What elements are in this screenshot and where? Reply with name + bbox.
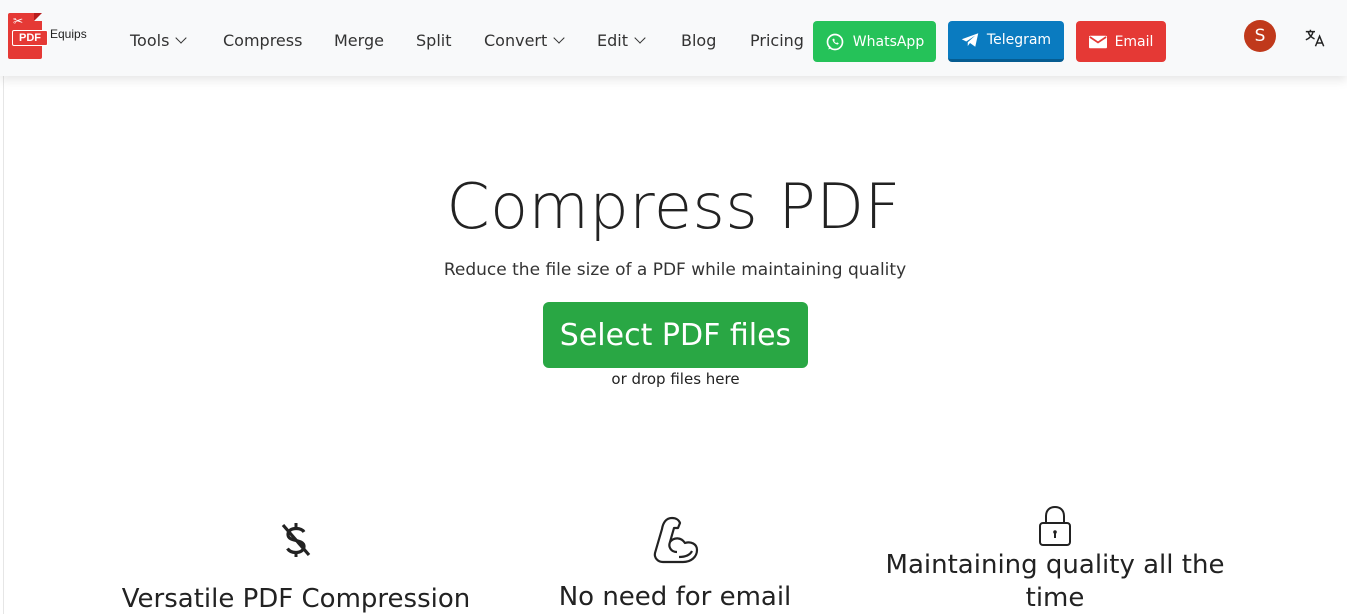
brand-name: Equips: [50, 27, 87, 41]
brand-logo[interactable]: ✂ PDF Equips: [8, 13, 87, 59]
nav-edit-dropdown[interactable]: Edit: [597, 31, 646, 50]
pdf-logo-icon: ✂ PDF: [8, 13, 48, 59]
translate-icon[interactable]: [1304, 27, 1326, 49]
drop-zone-hint: or drop files here: [611, 370, 740, 388]
page-title: Compress PDF: [446, 170, 901, 243]
nav-pricing[interactable]: Pricing: [750, 31, 804, 50]
mail-icon: [1088, 35, 1107, 48]
feature-title: Maintaining quality all the time: [885, 550, 1225, 613]
nav-blog[interactable]: Blog: [681, 31, 716, 50]
user-avatar[interactable]: S: [1244, 20, 1276, 52]
nav-split[interactable]: Split: [416, 31, 451, 50]
page-subtitle: Reduce the file size of a PDF while main…: [443, 260, 907, 280]
top-navbar: ✂ PDF Equips Tools Compress Merge Split …: [0, 0, 1347, 76]
feature-title: Versatile PDF Compression: [121, 584, 471, 614]
whatsapp-label: WhatsApp: [852, 33, 925, 50]
nav-convert-dropdown[interactable]: Convert: [484, 31, 565, 50]
feature-maintaining-quality: Maintaining quality all the time: [855, 505, 1255, 614]
logo-tag: PDF: [12, 30, 48, 46]
nav-merge[interactable]: Merge: [334, 31, 384, 50]
email-button[interactable]: Email: [1076, 21, 1166, 62]
feature-no-email: No need for email: [525, 515, 825, 614]
nav-compress[interactable]: Compress: [223, 31, 302, 50]
whatsapp-icon: [826, 33, 844, 50]
chevron-down-icon: [634, 32, 646, 44]
nav-edit-label: Edit: [597, 31, 628, 50]
nav-tools-label: Tools: [130, 31, 170, 50]
nav-convert-label: Convert: [484, 31, 548, 50]
chevron-down-icon: [175, 32, 188, 44]
telegram-icon: [961, 33, 979, 47]
select-pdf-files-button[interactable]: Select PDF files: [543, 302, 808, 368]
nav-tools-dropdown[interactable]: Tools: [130, 31, 188, 50]
lock-icon: [1039, 505, 1071, 546]
telegram-button[interactable]: Telegram: [948, 21, 1064, 62]
flexed-arm-icon: [653, 516, 699, 564]
telegram-label: Telegram: [986, 32, 1052, 48]
email-label: Email: [1114, 33, 1154, 50]
feature-title: No need for email: [558, 582, 792, 612]
dollar-off-icon: [281, 523, 311, 557]
whatsapp-button[interactable]: WhatsApp: [813, 21, 936, 62]
chevron-down-icon: [553, 32, 565, 44]
feature-versatile-compression: Versatile PDF Compression: [96, 520, 496, 614]
